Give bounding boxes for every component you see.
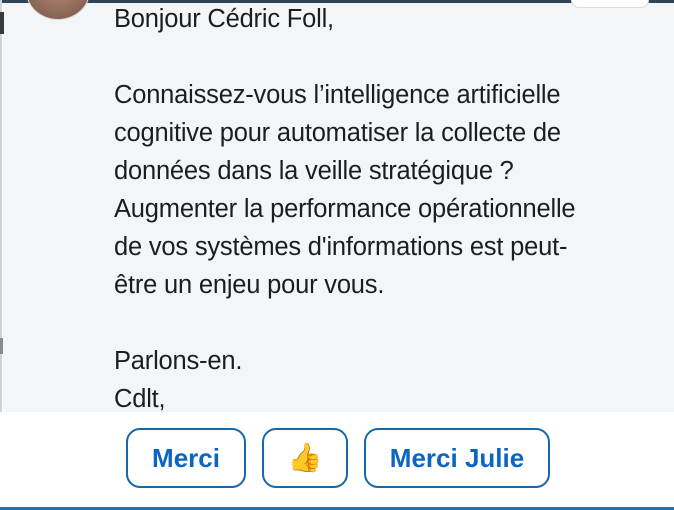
messaging-conversation: Bonjour Cédric Foll, Connaissez-vous l’i… bbox=[0, 0, 674, 510]
message-greeting: Bonjour Cédric Foll, bbox=[114, 5, 334, 33]
thumbs-up-icon: 👍 bbox=[287, 442, 323, 473]
message-closing: Parlons-en. bbox=[114, 347, 243, 375]
left-marker bbox=[0, 12, 4, 34]
quick-reply-merci-button[interactable]: Merci bbox=[126, 428, 246, 488]
left-marker-secondary bbox=[0, 338, 3, 354]
message-paragraph: Connaissez-vous l’intelligence artificie… bbox=[114, 81, 576, 299]
quick-reply-thumbs-up-button[interactable]: 👍 bbox=[262, 428, 348, 488]
quick-reply-merci-julie-button[interactable]: Merci Julie bbox=[364, 428, 550, 488]
message-body: Bonjour Cédric Foll, Connaissez-vous l’i… bbox=[114, 0, 654, 418]
